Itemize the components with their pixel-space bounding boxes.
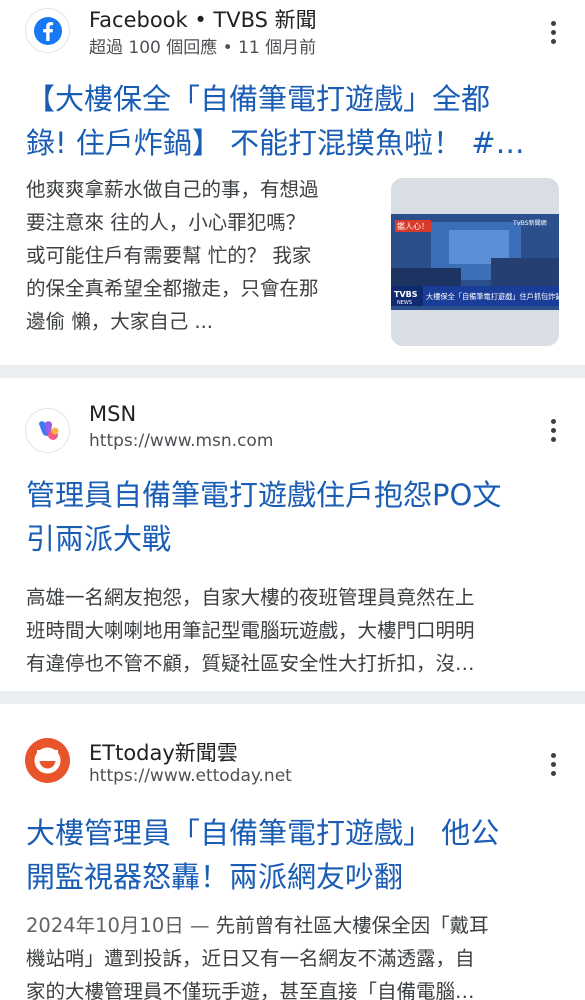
source-name[interactable]: ETtoday新聞雲 bbox=[89, 737, 238, 767]
title-line: 【大樓保全「自備筆電打遊戲」全都 bbox=[26, 82, 491, 116]
msn-icon[interactable] bbox=[25, 408, 70, 453]
snippet-line: 他爽爽拿薪水做自己的事，有想過 bbox=[26, 178, 319, 201]
result-title[interactable]: 大樓管理員「自備筆電打遊戲」 他公 開監視器怒轟！兩派網友吵翻 bbox=[26, 811, 561, 899]
snippet-text: 先前曾有社區大樓保全因「戴耳 bbox=[215, 914, 489, 937]
ettoday-icon[interactable] bbox=[25, 738, 70, 783]
result-title[interactable]: 【大樓保全「自備筆電打遊戲」全都 錄! 住戶炸鍋】 不能打混摸魚啦！ #… bbox=[26, 77, 561, 165]
tvbs-logo-subtext: NEWS bbox=[397, 300, 412, 306]
section-divider bbox=[0, 691, 585, 704]
snippet-line: 邊偷 懶，大家自己 ... bbox=[26, 310, 213, 333]
result-snippet: 高雄一名網友抱怨，自家大樓的夜班管理員竟然在上 班時間大喇喇地用筆記型電腦玩遊戲… bbox=[26, 581, 551, 680]
result-snippet: 2024年10月10日 — 先前曾有社區大樓保全因「戴耳 機站哨」遭到投訴，近日… bbox=[26, 909, 551, 1000]
snippet-line: 高雄一名網友抱怨，自家大樓的夜班管理員竟然在上 bbox=[26, 586, 475, 609]
snippet-line: 2024年10月10日 — 先前曾有社區大樓保全因「戴耳 bbox=[26, 909, 551, 942]
snippet-dash: — bbox=[189, 914, 210, 937]
result-snippet: 他爽爽拿薪水做自己的事，有想過 要注意來 往的人，小心罪犯嗎？ 或可能住戶有需要… bbox=[26, 173, 376, 338]
snippet-line: 或可能住戶有需要幫 忙的？ 我家 bbox=[26, 244, 312, 267]
source-name[interactable]: MSN bbox=[89, 402, 136, 426]
facebook-icon[interactable] bbox=[25, 8, 70, 53]
source-meta: 超過 100 個回應 • 11 個月前 bbox=[89, 38, 317, 58]
more-options-icon[interactable] bbox=[543, 749, 563, 779]
snippet-line: 家的大樓管理員不僅玩手遊，甚至直接「自備電腦… bbox=[26, 980, 475, 1000]
result-card-facebook: Facebook • TVBS 新聞 超過 100 個回應 • 11 個月前 【… bbox=[0, 0, 585, 365]
thumbnail-corner-text: TVBS新聞網 bbox=[512, 219, 547, 227]
result-thumbnail[interactable]: 鑑人心！ TVBS新聞網 TVBS NEWS 大樓保全「自備筆電打遊戲」住戶抓包… bbox=[391, 178, 559, 346]
source-url: https://www.msn.com bbox=[89, 431, 274, 451]
snippet-line: 有違停也不管不顧，質疑社區安全性大打折扣，沒… bbox=[26, 652, 475, 675]
more-options-icon[interactable] bbox=[543, 415, 563, 445]
result-card-msn: MSN https://www.msn.com 管理員自備筆電打遊戲住戶抱怨PO… bbox=[0, 378, 585, 691]
title-line: 開監視器怒轟！兩派網友吵翻 bbox=[26, 860, 404, 894]
title-line: 大樓管理員「自備筆電打遊戲」 他公 bbox=[26, 816, 500, 850]
title-line: 管理員自備筆電打遊戲住戶抱怨PO文 bbox=[26, 478, 502, 512]
snippet-line: 的保全真希望全都撤走，只會在那 bbox=[26, 277, 319, 300]
source-name[interactable]: Facebook • TVBS 新聞 bbox=[89, 4, 317, 34]
result-title[interactable]: 管理員自備筆電打遊戲住戶抱怨PO文 引兩派大戰 bbox=[26, 473, 561, 561]
title-line: 引兩派大戰 bbox=[26, 522, 172, 556]
thumbnail-tag-text: 鑑人心！ bbox=[397, 221, 429, 231]
section-divider bbox=[0, 365, 585, 378]
source-url: https://www.ettoday.net bbox=[89, 766, 292, 786]
snippet-line: 要注意來 往的人，小心罪犯嗎？ bbox=[26, 211, 306, 234]
snippet-date: 2024年10月10日 bbox=[26, 914, 184, 937]
tvbs-logo-text: TVBS bbox=[394, 290, 418, 299]
result-card-ettoday: ETtoday新聞雲 https://www.ettoday.net 大樓管理員… bbox=[0, 704, 585, 1000]
more-options-icon[interactable] bbox=[543, 17, 563, 47]
thumbnail-caption-text: 大樓保全「自備筆電打遊戲」住戶抓包炸鍋 bbox=[426, 292, 559, 301]
snippet-line: 機站哨」遭到投訴，近日又有一名網友不滿透露，自 bbox=[26, 947, 475, 970]
snippet-line: 班時間大喇喇地用筆記型電腦玩遊戲，大樓門口明明 bbox=[26, 619, 475, 642]
title-line: 錄! 住戶炸鍋】 不能打混摸魚啦！ #… bbox=[26, 126, 525, 160]
